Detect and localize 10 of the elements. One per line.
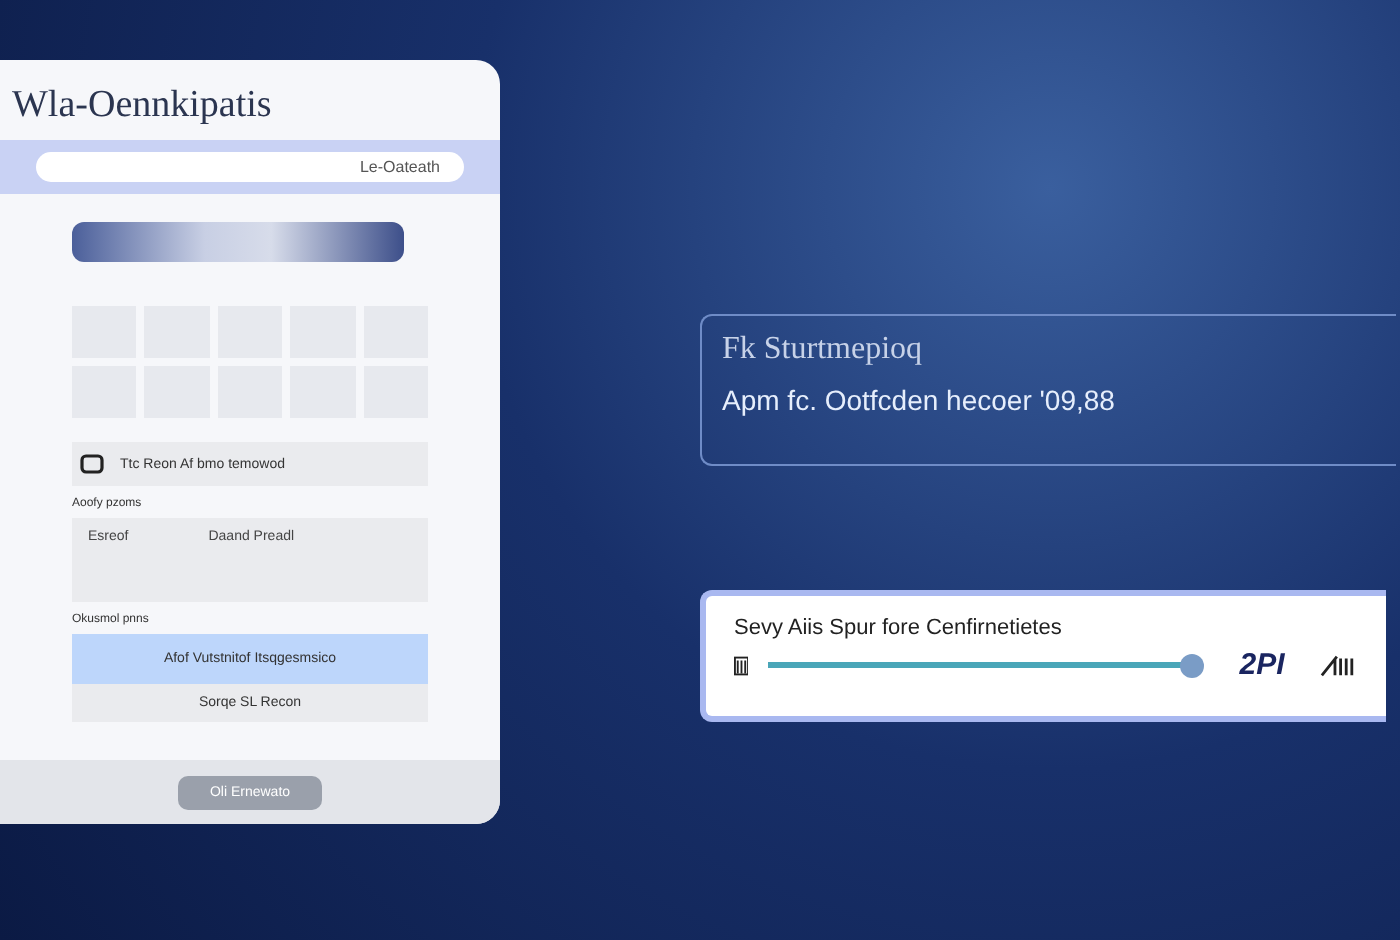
info-title: Fk Sturtmepioq — [722, 332, 925, 368]
search-field[interactable]: Le-Oateath — [36, 152, 464, 182]
bars-icon — [1320, 653, 1358, 677]
bin-icon — [734, 655, 749, 675]
slider-reading: 2PI — [1239, 648, 1285, 682]
panel-title: Wla-Oennkipatis — [10, 82, 274, 130]
slider-thumb[interactable] — [1180, 653, 1205, 677]
info-subtitle: Apm fc. Ootfcden hecoer '09,88 — [722, 384, 1117, 416]
frame-icon — [80, 454, 104, 474]
card-title: Sevy Aiis Spur fore Cenfirnetietes — [734, 616, 1064, 640]
